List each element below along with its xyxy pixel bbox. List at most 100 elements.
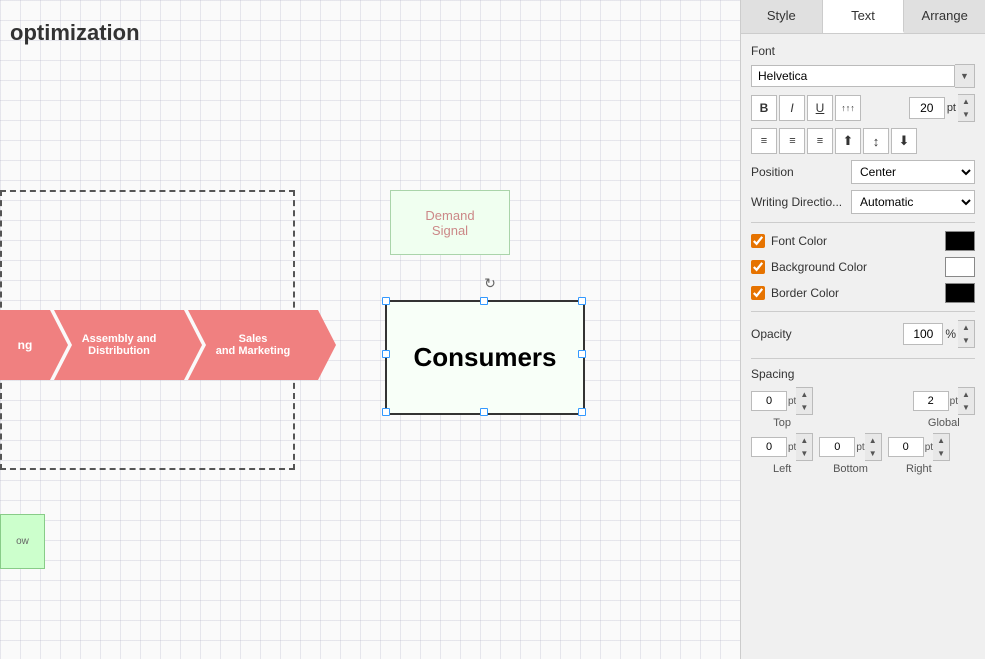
spacing-top-spinner: ▲ ▼ <box>796 387 813 415</box>
spacing-global-down[interactable]: ▼ <box>958 401 974 414</box>
divider-1 <box>751 222 975 223</box>
font-size-unit: pt <box>947 102 956 114</box>
handle-bottom-right[interactable] <box>578 408 586 416</box>
font-size-up[interactable]: ▲ <box>958 95 974 108</box>
spacing-top-down[interactable]: ▼ <box>796 401 812 414</box>
spacing-bottom-input[interactable] <box>819 437 855 457</box>
opacity-down[interactable]: ▼ <box>958 334 974 347</box>
spacing-left-down[interactable]: ▼ <box>796 447 812 460</box>
font-color-checkbox[interactable] <box>751 234 765 248</box>
spacing-right-input[interactable] <box>888 437 924 457</box>
italic-button[interactable]: I <box>779 95 805 121</box>
font-size-down[interactable]: ▼ <box>958 108 974 121</box>
border-color-swatch[interactable] <box>945 283 975 303</box>
border-color-label: Border Color <box>771 286 945 300</box>
arrow-shape-1[interactable]: ng <box>0 310 50 380</box>
spacing-right-down[interactable]: ▼ <box>933 447 949 460</box>
align-right-button[interactable]: ≡ <box>807 128 833 154</box>
opacity-unit: % <box>945 327 956 341</box>
bold-button[interactable]: B <box>751 95 777 121</box>
spacing-top-field: pt ▲ ▼ <box>751 387 813 415</box>
arrow3-label: Sales and Marketing <box>216 333 291 357</box>
font-select[interactable]: Helvetica Arial Times New Roman <box>751 65 955 87</box>
align-top-button[interactable]: ⬆ <box>835 128 861 154</box>
spacing-top-global-row: pt ▲ ▼ Top pt ▲ ▼ Glo <box>751 387 975 429</box>
divider-3 <box>751 358 975 359</box>
spacing-right-col: pt ▲ ▼ Right <box>888 433 950 475</box>
align-bottom-button[interactable]: ⬇ <box>891 128 917 154</box>
position-row: Position Center Left Right <box>751 160 975 184</box>
background-color-swatch[interactable] <box>945 257 975 277</box>
superscript-button[interactable]: ↑↑↑ <box>835 95 861 121</box>
font-select-row: Helvetica Arial Times New Roman ▼ <box>751 64 975 88</box>
font-dropdown-arrow[interactable]: ▼ <box>955 64 975 88</box>
spacing-global-field: pt ▲ ▼ <box>913 387 975 415</box>
handle-middle-right[interactable] <box>578 350 586 358</box>
spacing-global-input[interactable] <box>913 391 949 411</box>
spacing-bottom-unit: pt <box>856 442 864 453</box>
font-size-input[interactable] <box>909 97 945 119</box>
font-color-swatch[interactable] <box>945 231 975 251</box>
border-color-row: Border Color <box>751 283 975 303</box>
arrow-shape-3[interactable]: Sales and Marketing <box>188 310 318 380</box>
align-left-button[interactable]: ≡ <box>751 128 777 154</box>
writing-direction-row: Writing Directio... Automatic Left to Ri… <box>751 190 975 214</box>
spacing-right-spinner: ▲ ▼ <box>933 433 950 461</box>
divider-2 <box>751 311 975 312</box>
spacing-global-up[interactable]: ▲ <box>958 388 974 401</box>
handle-middle-left[interactable] <box>382 350 390 358</box>
spacing-bottom-up[interactable]: ▲ <box>865 434 881 447</box>
rotate-handle[interactable]: ↻ <box>482 275 498 291</box>
spacing-right-up[interactable]: ▲ <box>933 434 949 447</box>
spacing-bottom-col: pt ▲ ▼ Bottom <box>819 433 881 475</box>
consumers-shape[interactable]: Consumers <box>385 300 585 415</box>
background-color-row: Background Color <box>751 257 975 277</box>
spacing-left-spinner: ▲ ▼ <box>796 433 813 461</box>
h-align-row: ≡ ≡ ≡ ⬆ ↕ ⬇ <box>751 128 975 154</box>
arrow2-label: Assembly and Distribution <box>82 333 157 357</box>
page-title: optimization <box>10 20 140 46</box>
handle-bottom-center[interactable] <box>480 408 488 416</box>
align-center-button[interactable]: ≡ <box>779 128 805 154</box>
handle-top-left[interactable] <box>382 297 390 305</box>
spacing-left-up[interactable]: ▲ <box>796 434 812 447</box>
green-label: ow <box>16 536 29 547</box>
canvas: optimization ng Assembly and Distributio… <box>0 0 740 659</box>
handle-top-right[interactable] <box>578 297 586 305</box>
underline-button[interactable]: U <box>807 95 833 121</box>
font-size-spinner: ▲ ▼ <box>958 94 975 122</box>
spacing-left-label: Left <box>773 463 791 475</box>
position-select[interactable]: Center Left Right <box>851 160 975 184</box>
background-color-label: Background Color <box>771 260 945 274</box>
arrow-shape-2[interactable]: Assembly and Distribution <box>54 310 184 380</box>
font-size-group: pt ▲ ▼ <box>909 94 975 122</box>
spacing-top-up[interactable]: ▲ <box>796 388 812 401</box>
handle-bottom-left[interactable] <box>382 408 390 416</box>
opacity-row: Opacity % ▲ ▼ <box>751 320 975 348</box>
panel-content: Font Helvetica Arial Times New Roman ▼ B… <box>741 34 985 659</box>
spacing-right-label: Right <box>906 463 932 475</box>
handle-top-center[interactable] <box>480 297 488 305</box>
tab-style[interactable]: Style <box>741 0 823 33</box>
tab-arrange[interactable]: Arrange <box>904 0 985 33</box>
tab-text[interactable]: Text <box>823 0 905 33</box>
background-color-checkbox[interactable] <box>751 260 765 274</box>
demand-signal-shape[interactable]: Demand Signal <box>390 190 510 255</box>
border-color-checkbox[interactable] <box>751 286 765 300</box>
spacing-bottom-down[interactable]: ▼ <box>865 447 881 460</box>
green-shape[interactable]: ow <box>0 514 45 569</box>
opacity-label: Opacity <box>751 327 903 341</box>
font-section-label: Font <box>751 44 975 58</box>
spacing-left-input[interactable] <box>751 437 787 457</box>
writing-direction-select[interactable]: Automatic Left to Right Right to Left <box>851 190 975 214</box>
align-vmiddle-button[interactable]: ↕ <box>863 128 889 154</box>
spacing-left-col: pt ▲ ▼ Left <box>751 433 813 475</box>
opacity-input[interactable] <box>903 323 943 345</box>
spacing-top-input[interactable] <box>751 391 787 411</box>
opacity-up[interactable]: ▲ <box>958 321 974 334</box>
arrow1-label: ng <box>18 338 33 352</box>
spacing-global-col: pt ▲ ▼ Global <box>913 387 975 429</box>
panel-tabs: Style Text Arrange <box>741 0 985 34</box>
spacing-bottom-field: pt ▲ ▼ <box>819 433 881 461</box>
spacing-bottom-label: Bottom <box>833 463 868 475</box>
